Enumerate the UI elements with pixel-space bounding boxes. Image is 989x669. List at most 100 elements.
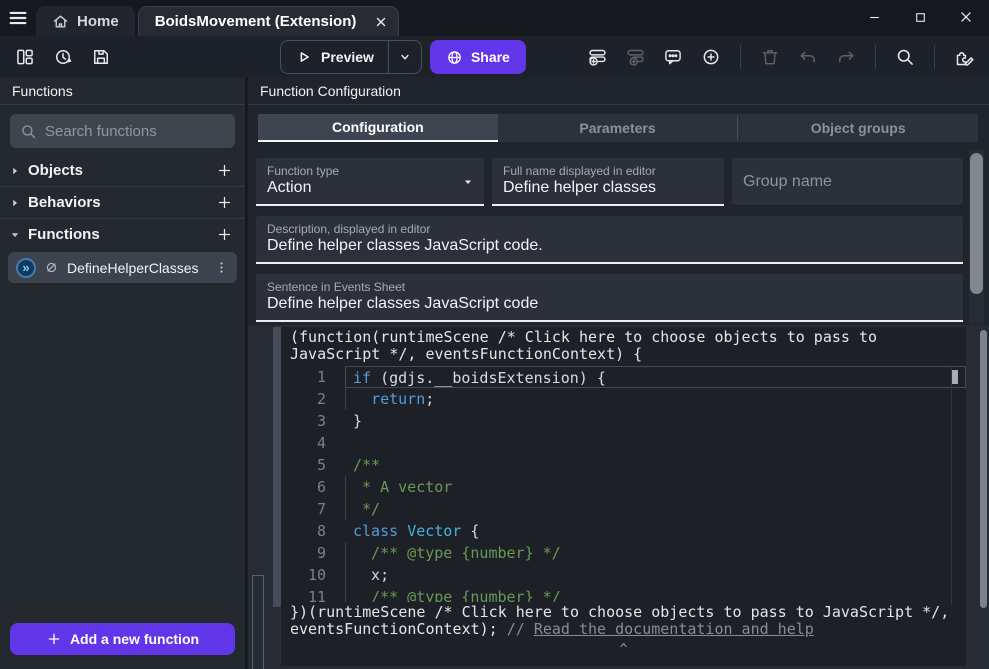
code-text[interactable]: return;: [345, 388, 966, 410]
search-icon: [20, 123, 37, 140]
code-line[interactable]: 11 /** @type {number} */: [281, 586, 966, 602]
event-outline: [252, 575, 264, 669]
share-button[interactable]: Share: [430, 40, 526, 74]
code-wrapper-footer: })(runtimeScene /* Click here to choose …: [281, 602, 966, 638]
description-field: Description, displayed in editor: [256, 216, 963, 264]
add-subevent-icon: [625, 47, 646, 68]
code-line[interactable]: 2 return;: [281, 388, 966, 410]
tab-boidsmovement[interactable]: BoidsMovement (Extension): [138, 6, 400, 36]
code-text[interactable]: */: [345, 498, 966, 520]
sidebar-section-functions[interactable]: Functions: [0, 220, 245, 249]
search-functions-input[interactable]: [45, 123, 244, 140]
chevron-down-icon: [398, 50, 412, 64]
circle-plus-icon: [701, 47, 721, 67]
configuration-tabbar: Configuration Parameters Object groups: [258, 114, 978, 142]
sidebar-panel-title: Functions: [0, 78, 245, 105]
add-behavior-icon[interactable]: [216, 194, 233, 211]
close-window-button[interactable]: [943, 0, 989, 34]
maximize-button[interactable]: [897, 0, 943, 34]
editor-overview-ruler: [951, 367, 952, 605]
line-number: 1: [281, 366, 326, 388]
code-line[interactable]: 1 if (gdjs.__boidsExtension) {: [281, 366, 966, 388]
function-options-menu-icon[interactable]: [214, 260, 229, 275]
chevron-down-icon: [8, 228, 22, 242]
code-line[interactable]: 8class Vector {: [281, 520, 966, 542]
save-button[interactable]: [86, 42, 116, 72]
code-text[interactable]: [345, 432, 966, 454]
undo-button[interactable]: [793, 42, 823, 72]
code-text[interactable]: /**: [345, 454, 966, 476]
play-icon: [295, 48, 313, 66]
description-input[interactable]: [256, 237, 963, 262]
group-name-input[interactable]: [732, 173, 963, 191]
sidebar-section-behaviors[interactable]: Behaviors: [0, 188, 245, 217]
tab-parameters[interactable]: Parameters: [498, 114, 738, 142]
add-button[interactable]: [696, 42, 726, 72]
code-text[interactable]: /** @type {number} */: [345, 542, 966, 564]
code-text[interactable]: /** @type {number} */: [345, 586, 966, 602]
search-events-button[interactable]: [890, 42, 920, 72]
line-number: 5: [281, 454, 326, 476]
edit-extension-button[interactable]: [949, 42, 979, 72]
full-name-input[interactable]: [492, 179, 724, 204]
tab-configuration[interactable]: Configuration: [258, 114, 498, 142]
code-scrollbar[interactable]: [980, 330, 987, 608]
code-wrapper-header[interactable]: (function(runtimeScene /* Click here to …: [281, 327, 966, 363]
code-line[interactable]: 10 x;: [281, 564, 966, 586]
add-function-icon[interactable]: [216, 226, 233, 243]
add-event-icon: [587, 47, 608, 68]
add-object-icon[interactable]: [216, 162, 233, 179]
tab-object-groups[interactable]: Object groups: [738, 114, 978, 142]
redo-button[interactable]: [831, 42, 861, 72]
code-text[interactable]: class Vector {: [345, 520, 966, 542]
form-scrollbar[interactable]: [970, 153, 983, 294]
add-subevent-button[interactable]: [620, 42, 650, 72]
javascript-code-event: (function(runtimeScene /* Click here to …: [281, 327, 966, 666]
events-code-area: (function(runtimeScene /* Click here to …: [248, 325, 989, 669]
search-icon: [895, 47, 915, 67]
delete-button[interactable]: [755, 42, 785, 72]
tab-home[interactable]: Home: [36, 6, 135, 36]
code-line[interactable]: 3}: [281, 410, 966, 432]
redo-icon: [836, 47, 856, 67]
section-label: Objects: [28, 162, 210, 179]
trash-icon: [760, 47, 780, 67]
add-event-button[interactable]: [582, 42, 612, 72]
panel-title: Function Configuration: [248, 78, 989, 105]
open-panels-button[interactable]: [10, 42, 40, 72]
code-line[interactable]: 7 */: [281, 498, 966, 520]
main-menu-button[interactable]: [0, 0, 36, 36]
code-text[interactable]: }: [345, 410, 966, 432]
preview-button[interactable]: Preview: [281, 41, 388, 73]
expand-editor-caret[interactable]: ^: [281, 642, 966, 657]
toolbar-divider: [934, 45, 935, 69]
preview-button-label: Preview: [321, 49, 374, 65]
add-new-function-button[interactable]: Add a new function: [10, 623, 235, 655]
code-line[interactable]: 5 /**: [281, 454, 966, 476]
function-item-definehelperclasses[interactable]: » DefineHelperClasses: [8, 252, 237, 283]
sentence-field: Sentence in Events Sheet: [256, 274, 963, 322]
maximize-icon: [914, 11, 927, 24]
line-number: 2: [281, 388, 326, 410]
close-tab-icon[interactable]: [374, 15, 388, 29]
history-button[interactable]: [48, 42, 78, 72]
code-text[interactable]: * A vector: [345, 476, 966, 498]
sidebar-section-objects[interactable]: Objects: [0, 156, 245, 185]
documentation-link[interactable]: Read the documentation and help: [534, 620, 814, 638]
chevron-right-icon: [8, 164, 22, 178]
code-line[interactable]: 9 /** @type {number} */: [281, 542, 966, 564]
event-drag-handle[interactable]: [273, 327, 281, 607]
code-text[interactable]: if (gdjs.__boidsExtension) {: [345, 366, 966, 388]
code-line[interactable]: 4: [281, 432, 966, 454]
code-text[interactable]: x;: [345, 564, 966, 586]
layout-panels-icon: [15, 47, 35, 67]
minimize-button[interactable]: [851, 0, 897, 34]
code-line[interactable]: 6 * A vector: [281, 476, 966, 498]
function-type-select[interactable]: Function type Action: [256, 158, 484, 206]
add-comment-button[interactable]: [658, 42, 688, 72]
hamburger-icon: [7, 7, 29, 29]
sentence-input[interactable]: [256, 295, 963, 320]
full-name-label: Full name displayed in editor: [492, 158, 724, 179]
preview-options-button[interactable]: [388, 41, 421, 73]
line-number: 4: [281, 432, 326, 454]
